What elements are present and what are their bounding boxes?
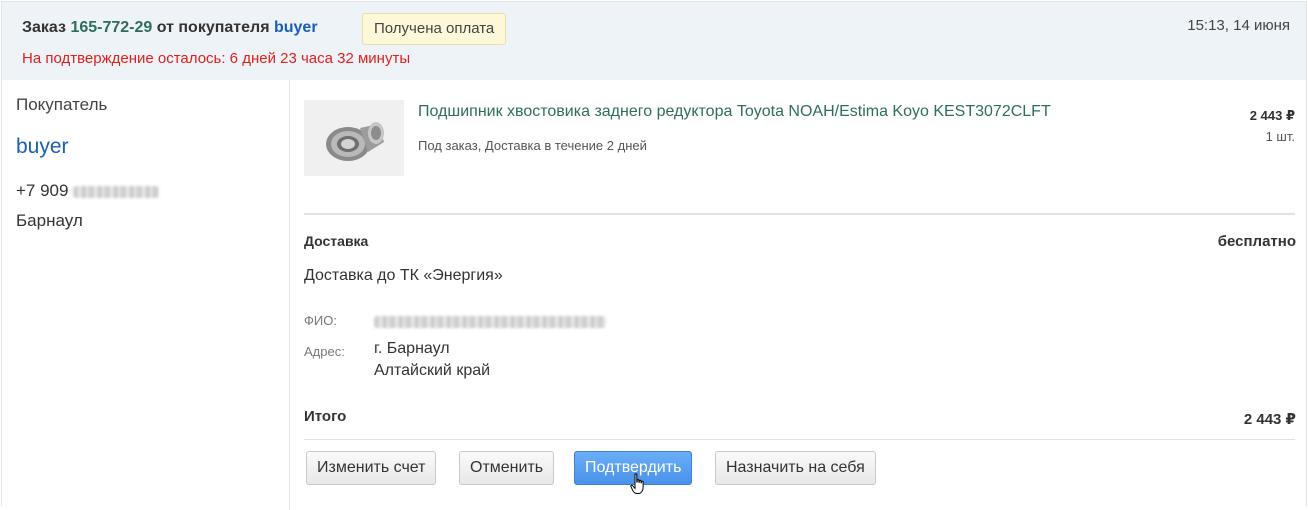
assign-to-me-button[interactable]: Назначить на себя (715, 451, 876, 485)
customer-city: Барнаул (16, 211, 83, 230)
total-value: 2 443 ₽ (1243, 411, 1296, 428)
product-availability: Под заказ, Доставка в течение 2 дней (418, 138, 647, 153)
fio-label: ФИО: (304, 313, 337, 328)
change-invoice-button[interactable]: Изменить счет (306, 451, 437, 485)
divider (304, 439, 1295, 440)
redacted-fio (374, 313, 606, 331)
confirmation-deadline: На подтверждение осталось: 6 дней 23 час… (22, 50, 411, 67)
order-number[interactable]: 165-772-29 (70, 19, 152, 36)
redacted-phone-digits (73, 185, 160, 198)
delivery-cost: бесплатно (1217, 233, 1296, 250)
customer-panel: Покупатель buyer +7 909 Барнаул (2, 80, 290, 510)
order-buyer-link[interactable]: buyer (274, 19, 318, 36)
order-timestamp: 15:13, 14 июня (1187, 17, 1290, 34)
order-from-text: от покупателя (156, 19, 270, 36)
total-label: Итого (304, 408, 347, 425)
hand-cursor-icon (630, 473, 644, 494)
customer-label: Покупатель (16, 95, 108, 114)
address-region: Алтайский край (374, 362, 491, 379)
address-label: Адрес: (304, 344, 345, 359)
order-details: Подшипник хвостовика заднего редуктора T… (304, 80, 1296, 508)
delivery-method: Доставка до ТК «Энергия» (304, 267, 503, 284)
delivery-title: Доставка (304, 233, 369, 249)
address-city: г. Барнаул (374, 340, 450, 357)
customer-phone: +7 909 (16, 181, 160, 201)
order-title: Заказ 165-772-29 от покупателя buyer (22, 19, 318, 37)
order-card: Заказ 165-772-29 от покупателя buyer Пол… (1, 1, 1307, 510)
customer-name-link[interactable]: buyer (16, 135, 69, 159)
order-header: Заказ 165-772-29 от покупателя buyer Пол… (2, 2, 1306, 80)
status-badge: Получена оплата (362, 13, 507, 45)
customer-phone-prefix: +7 909 (16, 181, 69, 200)
product-quantity: 1 шт. (1265, 129, 1295, 144)
divider (304, 213, 1295, 215)
bearing-icon[interactable] (304, 100, 404, 176)
cancel-button[interactable]: Отменить (459, 451, 555, 485)
product-name-link[interactable]: Подшипник хвостовика заднего редуктора T… (418, 103, 1051, 121)
order-label: Заказ (22, 19, 66, 36)
product-price: 2 443 ₽ (1249, 108, 1295, 123)
